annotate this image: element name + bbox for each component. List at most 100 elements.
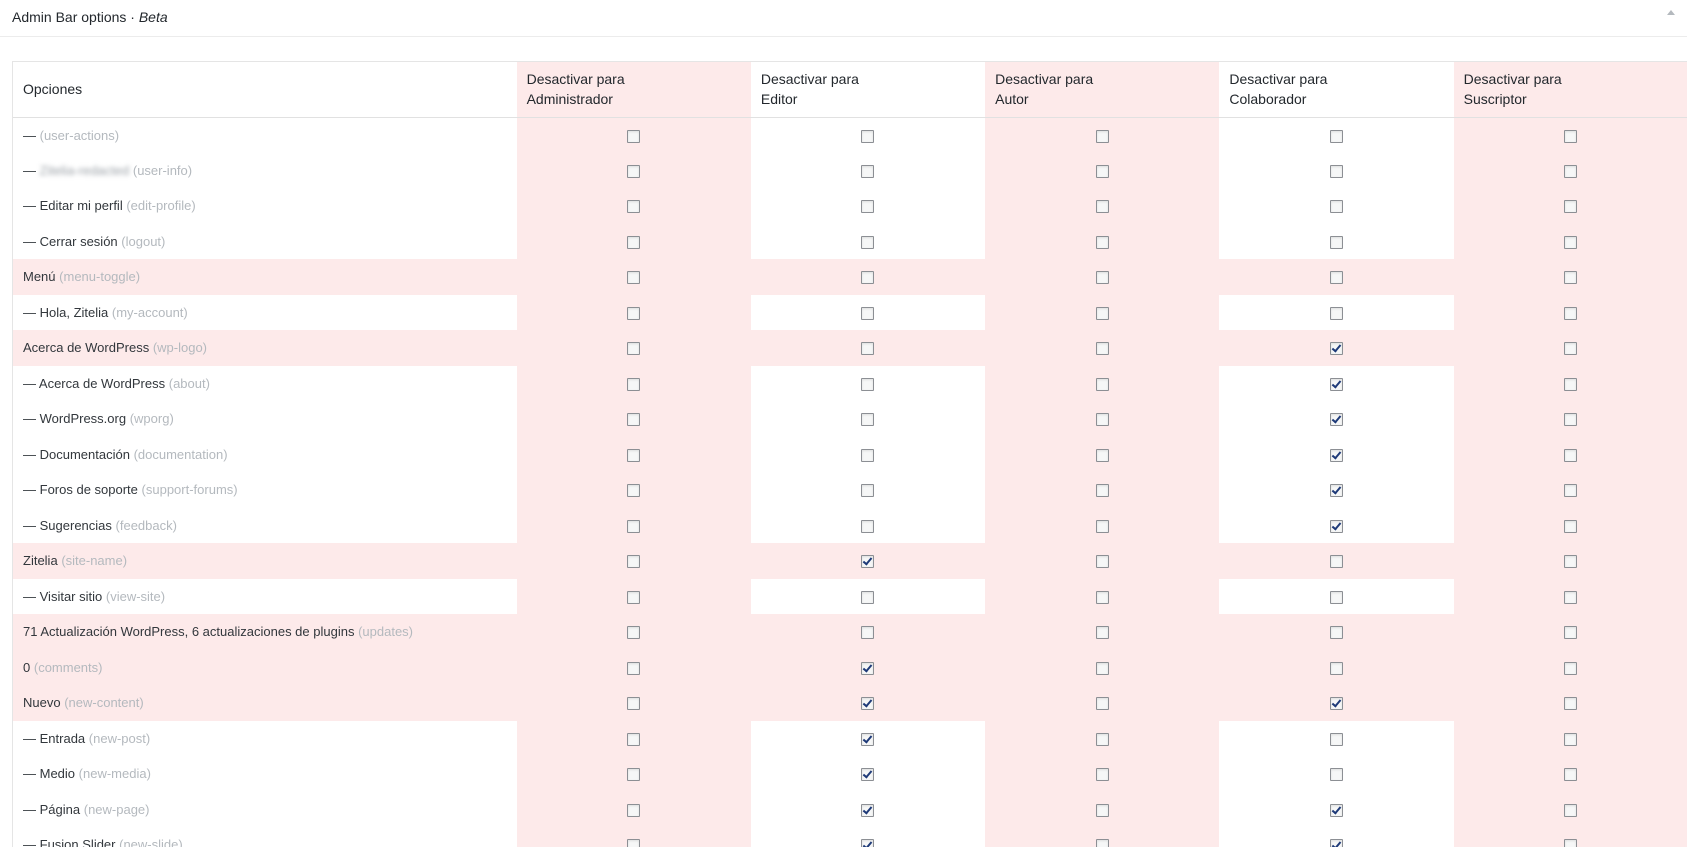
disable-checkbox-autor[interactable] [1095,342,1109,356]
disable-checkbox-administrador[interactable] [627,235,641,249]
disable-checkbox-administrador[interactable] [627,342,641,356]
disable-checkbox-suscriptor[interactable] [1564,129,1578,143]
disable-checkbox-colaborador[interactable] [1330,484,1344,498]
disable-checkbox-autor[interactable] [1095,590,1109,604]
disable-checkbox-administrador[interactable] [627,377,641,391]
disable-checkbox-suscriptor[interactable] [1564,448,1578,462]
disable-checkbox-autor[interactable] [1095,732,1109,746]
disable-checkbox-colaborador[interactable] [1330,519,1344,533]
disable-checkbox-suscriptor[interactable] [1564,377,1578,391]
disable-checkbox-editor[interactable] [861,768,875,782]
disable-checkbox-editor[interactable] [861,484,875,498]
disable-checkbox-administrador[interactable] [627,555,641,569]
disable-checkbox-autor[interactable] [1095,555,1109,569]
disable-checkbox-colaborador[interactable] [1330,164,1344,178]
disable-checkbox-administrador[interactable] [627,626,641,640]
disable-checkbox-editor[interactable] [861,200,875,214]
disable-checkbox-administrador[interactable] [627,732,641,746]
disable-checkbox-autor[interactable] [1095,129,1109,143]
disable-checkbox-administrador[interactable] [627,413,641,427]
disable-checkbox-colaborador[interactable] [1330,626,1344,640]
disable-checkbox-colaborador[interactable] [1330,732,1344,746]
disable-checkbox-autor[interactable] [1095,697,1109,711]
disable-checkbox-colaborador[interactable] [1330,697,1344,711]
disable-checkbox-autor[interactable] [1095,661,1109,675]
disable-checkbox-editor[interactable] [861,342,875,356]
disable-checkbox-editor[interactable] [861,129,875,143]
disable-checkbox-colaborador[interactable] [1330,555,1344,569]
disable-checkbox-colaborador[interactable] [1330,448,1344,462]
disable-checkbox-administrador[interactable] [627,519,641,533]
disable-checkbox-administrador[interactable] [627,697,641,711]
disable-checkbox-autor[interactable] [1095,448,1109,462]
disable-checkbox-colaborador[interactable] [1330,768,1344,782]
disable-checkbox-autor[interactable] [1095,306,1109,320]
disable-checkbox-colaborador[interactable] [1330,803,1344,817]
disable-checkbox-autor[interactable] [1095,271,1109,285]
disable-checkbox-administrador[interactable] [627,164,641,178]
disable-checkbox-colaborador[interactable] [1330,342,1344,356]
disable-checkbox-suscriptor[interactable] [1564,590,1578,604]
disable-checkbox-suscriptor[interactable] [1564,697,1578,711]
disable-checkbox-suscriptor[interactable] [1564,768,1578,782]
disable-checkbox-editor[interactable] [861,661,875,675]
disable-checkbox-suscriptor[interactable] [1564,342,1578,356]
disable-checkbox-suscriptor[interactable] [1564,519,1578,533]
disable-checkbox-administrador[interactable] [627,661,641,675]
disable-checkbox-autor[interactable] [1095,626,1109,640]
disable-checkbox-administrador[interactable] [627,129,641,143]
disable-checkbox-autor[interactable] [1095,519,1109,533]
collapse-arrow-icon[interactable] [1667,10,1675,15]
disable-checkbox-administrador[interactable] [627,484,641,498]
disable-checkbox-colaborador[interactable] [1330,306,1344,320]
disable-checkbox-autor[interactable] [1095,200,1109,214]
disable-checkbox-suscriptor[interactable] [1564,306,1578,320]
disable-checkbox-colaborador[interactable] [1330,129,1344,143]
disable-checkbox-editor[interactable] [861,803,875,817]
disable-checkbox-colaborador[interactable] [1330,200,1344,214]
disable-checkbox-editor[interactable] [861,448,875,462]
disable-checkbox-editor[interactable] [861,413,875,427]
disable-checkbox-suscriptor[interactable] [1564,235,1578,249]
disable-checkbox-autor[interactable] [1095,235,1109,249]
disable-checkbox-suscriptor[interactable] [1564,661,1578,675]
disable-checkbox-editor[interactable] [861,377,875,391]
disable-checkbox-administrador[interactable] [627,803,641,817]
disable-checkbox-colaborador[interactable] [1330,377,1344,391]
disable-checkbox-suscriptor[interactable] [1564,413,1578,427]
disable-checkbox-suscriptor[interactable] [1564,200,1578,214]
disable-checkbox-administrador[interactable] [627,200,641,214]
disable-checkbox-editor[interactable] [861,519,875,533]
disable-checkbox-suscriptor[interactable] [1564,732,1578,746]
disable-checkbox-colaborador[interactable] [1330,271,1344,285]
disable-checkbox-suscriptor[interactable] [1564,164,1578,178]
disable-checkbox-colaborador[interactable] [1330,661,1344,675]
disable-checkbox-autor[interactable] [1095,768,1109,782]
disable-checkbox-administrador[interactable] [627,768,641,782]
disable-checkbox-autor[interactable] [1095,803,1109,817]
disable-checkbox-editor[interactable] [861,626,875,640]
disable-checkbox-editor[interactable] [861,164,875,178]
disable-checkbox-editor[interactable] [861,555,875,569]
disable-checkbox-administrador[interactable] [627,448,641,462]
disable-checkbox-editor[interactable] [861,271,875,285]
disable-checkbox-editor[interactable] [861,590,875,604]
disable-checkbox-editor[interactable] [861,732,875,746]
disable-checkbox-suscriptor[interactable] [1564,555,1578,569]
disable-checkbox-administrador[interactable] [627,306,641,320]
disable-checkbox-colaborador[interactable] [1330,413,1344,427]
disable-checkbox-autor[interactable] [1095,164,1109,178]
disable-checkbox-autor[interactable] [1095,484,1109,498]
disable-checkbox-autor[interactable] [1095,377,1109,391]
disable-checkbox-editor[interactable] [861,306,875,320]
disable-checkbox-suscriptor[interactable] [1564,271,1578,285]
disable-checkbox-suscriptor[interactable] [1564,626,1578,640]
disable-checkbox-administrador[interactable] [627,271,641,285]
disable-checkbox-administrador[interactable] [627,590,641,604]
disable-checkbox-editor[interactable] [861,235,875,249]
disable-checkbox-editor[interactable] [861,697,875,711]
disable-checkbox-colaborador[interactable] [1330,235,1344,249]
disable-checkbox-suscriptor[interactable] [1564,484,1578,498]
disable-checkbox-suscriptor[interactable] [1564,803,1578,817]
disable-checkbox-colaborador[interactable] [1330,590,1344,604]
